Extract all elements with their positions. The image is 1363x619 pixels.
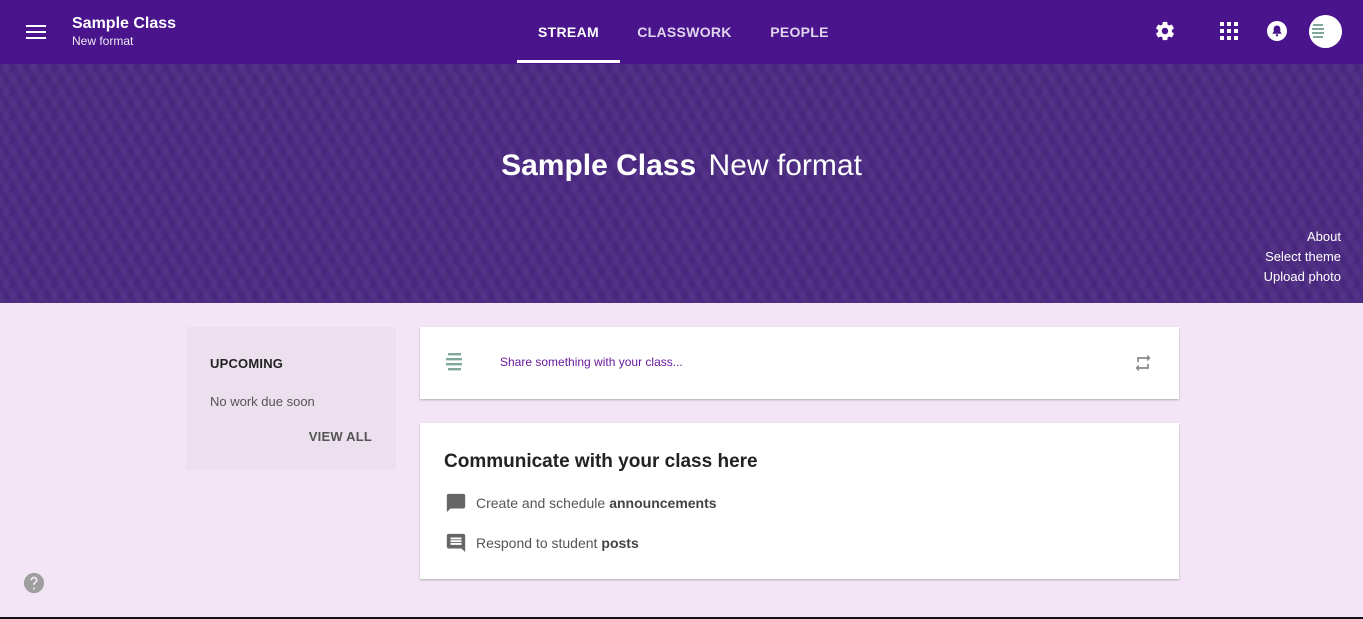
communicate-card: Communicate with your class here Create …: [420, 423, 1179, 579]
tab-people[interactable]: PEOPLE: [762, 0, 837, 64]
notifications-icon[interactable]: [1264, 18, 1290, 44]
banner-section: New format: [708, 149, 862, 182]
account-avatar[interactable]: [1309, 15, 1342, 48]
settings-icon[interactable]: [1152, 18, 1178, 44]
user-avatar: [444, 343, 484, 383]
communicate-title: Communicate with your class here: [444, 451, 758, 472]
select-theme-link[interactable]: Select theme: [1265, 249, 1341, 264]
posts-bold: posts: [601, 535, 639, 551]
announcement-icon: [444, 491, 468, 515]
class-title[interactable]: Sample Class: [72, 15, 176, 33]
class-banner: Sample Class New format About Select the…: [0, 64, 1363, 303]
menu-icon[interactable]: [22, 20, 50, 44]
upload-photo-link[interactable]: Upload photo: [1264, 269, 1341, 284]
top-app-bar: Sample Class New format STREAM CLASSWORK…: [0, 0, 1363, 64]
apps-grid-icon[interactable]: [1216, 18, 1242, 44]
posts-text: Respond to student: [476, 535, 598, 551]
tab-classwork[interactable]: CLASSWORK: [632, 0, 737, 64]
upcoming-card: UPCOMING No work due soon VIEW ALL: [186, 327, 396, 470]
help-icon[interactable]: [23, 572, 45, 594]
about-link[interactable]: About: [1307, 229, 1341, 244]
communicate-row-announcements: Create and schedule announcements: [444, 491, 717, 515]
repost-icon[interactable]: [1131, 351, 1155, 375]
upcoming-empty-text: No work due soon: [210, 394, 315, 409]
announcements-text: Create and schedule: [476, 495, 606, 511]
banner-title: Sample Class New format: [0, 148, 1363, 184]
announcements-bold: announcements: [609, 495, 717, 511]
banner-class-name: Sample Class: [501, 149, 697, 182]
communicate-row-posts: Respond to student posts: [444, 531, 639, 555]
share-card[interactable]: Share something with your class...: [420, 327, 1179, 399]
comment-icon: [444, 531, 468, 555]
share-input[interactable]: Share something with your class...: [500, 355, 683, 369]
upcoming-title: UPCOMING: [210, 356, 284, 371]
tab-stream[interactable]: STREAM: [517, 0, 620, 64]
view-all-button[interactable]: VIEW ALL: [309, 429, 372, 444]
class-section: New format: [72, 34, 134, 48]
